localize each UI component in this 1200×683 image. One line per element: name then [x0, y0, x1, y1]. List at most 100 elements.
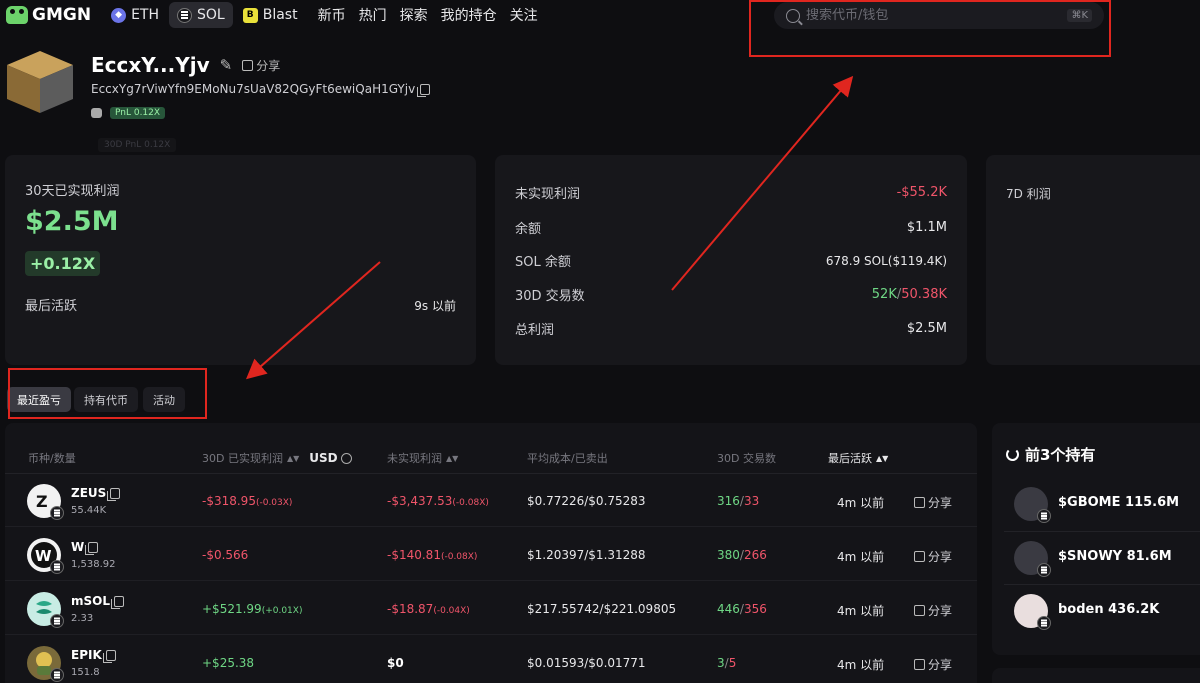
stat-tx-value: 52K/50.38K: [871, 287, 947, 302]
holding-item[interactable]: boden 436.2K: [1004, 584, 1200, 634]
sells: 266: [743, 548, 767, 562]
trades-cell: 380/266: [717, 548, 767, 562]
trades-cell: 446/356: [717, 602, 767, 616]
copy-icon[interactable]: [107, 487, 121, 501]
last-active-value: 9s 以前: [414, 299, 456, 313]
stat-total-profit: 总利润 $2.5M: [515, 319, 947, 338]
realized-value: -$318.95: [202, 494, 256, 508]
svg-text:Z: Z: [36, 492, 48, 511]
row-share-button[interactable]: 分享: [914, 494, 952, 511]
share-icon: [914, 659, 925, 670]
time-cell: 4m 以前: [837, 496, 885, 510]
copy-icon[interactable]: [102, 649, 116, 663]
stat-tx-count: 30D 交易数 52K/50.38K: [515, 285, 947, 304]
unrealized-value: -$18.87: [387, 602, 434, 616]
token-qty: 1,538.92: [71, 559, 116, 570]
chain-sol[interactable]: SOL: [169, 2, 233, 28]
svg-text:W: W: [35, 547, 52, 565]
holding-avatar: [1014, 487, 1051, 523]
solana-icon: [50, 506, 64, 520]
nav-new-tokens[interactable]: 新币: [318, 5, 346, 25]
token-w-icon: W: [27, 538, 64, 574]
chain-eth[interactable]: ◆ ETH: [103, 2, 167, 28]
trades-cell: 316/33: [717, 494, 760, 508]
nav-following[interactable]: 关注: [510, 5, 538, 25]
next-card: [992, 668, 1200, 683]
solana-icon: [50, 668, 64, 682]
token-name-text: EPIK: [71, 648, 102, 662]
table-row[interactable]: mSOL 2.33 +$521.99(+0.01X) -$18.87(-0.04…: [5, 582, 977, 635]
wallet-stats-card: 未实现利润 -$55.2K 余额 $1.1M SOL 余额 678.9 SOL(…: [495, 155, 967, 365]
share-label: 分享: [928, 604, 953, 618]
row-share-button[interactable]: 分享: [914, 656, 952, 673]
avg-cost-cell: $0.01593/$0.01771: [527, 656, 646, 670]
top-holdings-card: 前3个持有 $GBOME 115.6M $SNOWY 81.6M boden 4…: [992, 423, 1200, 655]
nav-explore[interactable]: 探索: [400, 5, 428, 25]
th-unrealized[interactable]: 未实现利润 ▲▼: [387, 450, 458, 466]
copy-icon[interactable]: [85, 541, 99, 555]
profit-7d-label: 7D 利润: [1006, 187, 1051, 201]
avg-cost-cell: $217.55742/$221.09805: [527, 602, 677, 616]
holding-text: $SNOWY 81.6M: [1058, 549, 1172, 564]
share-button[interactable]: 分享: [242, 57, 280, 74]
profile-tags: PnL 0.12X: [91, 107, 166, 119]
swap-icon: [340, 452, 352, 464]
token-name-text: W: [71, 540, 85, 554]
th-realized-label: 30D 已实现利润: [202, 452, 283, 465]
th-token: 币种/数量: [28, 452, 76, 465]
holding-item[interactable]: $SNOWY 81.6M: [1004, 531, 1200, 581]
realized-value: -$0.566: [202, 548, 249, 562]
stat-sol-balance-value: 678.9 SOL($119.4K): [825, 253, 947, 268]
token-epik-icon: [27, 646, 64, 682]
share-icon: [914, 551, 925, 562]
table-row[interactable]: EPIK 151.8 +$25.38 $0 $0.01593/$0.01771 …: [5, 636, 977, 683]
pie-chart-icon: [1006, 448, 1019, 461]
share-icon: [914, 605, 925, 616]
copy-icon[interactable]: [417, 83, 431, 97]
wallet-name: EccxY...Yjv: [91, 53, 210, 77]
sells: 5: [728, 656, 737, 670]
frog-logo-icon: [6, 6, 28, 24]
chain-eth-label: ETH: [131, 7, 159, 23]
sells: 33: [743, 494, 760, 508]
token-qty: 151.8: [71, 667, 100, 678]
currency-toggle[interactable]: USD: [309, 451, 352, 465]
stat-total-profit-label: 总利润: [515, 323, 555, 338]
th-last-active[interactable]: 最后活跃 ▲▼: [828, 450, 888, 466]
solana-icon: [1037, 509, 1051, 523]
unrealized-mult: (-0.08X): [452, 498, 489, 508]
token-name: ZEUS: [71, 486, 121, 501]
th-trades: 30D 交易数: [717, 452, 776, 465]
logo-text: GMGN: [32, 5, 92, 25]
edit-icon[interactable]: ✎: [220, 56, 233, 74]
realized-value: +$521.99: [202, 602, 262, 616]
solana-icon: [177, 7, 192, 23]
last-active-label: 最后活跃: [25, 299, 78, 314]
chain-blast[interactable]: B Blast: [235, 2, 306, 28]
sells: 356: [743, 602, 767, 616]
time-cell: 4m 以前: [837, 604, 885, 618]
top-holdings-title-text: 前3个持有: [1025, 446, 1096, 464]
holding-item[interactable]: $GBOME 115.6M: [1004, 478, 1200, 528]
table-row[interactable]: Z ZEUS 55.44K -$318.95(-0.03X) -$3,437.5…: [5, 474, 977, 527]
share-label: 分享: [928, 496, 953, 510]
avg-cost-cell: $1.20397/$1.31288: [527, 548, 646, 562]
table-row[interactable]: W W 1,538.92 -$0.566 -$140.81(-0.08X) $1…: [5, 528, 977, 581]
row-share-button[interactable]: 分享: [914, 602, 952, 619]
trades-cell: 3/5: [717, 656, 737, 670]
stat-unrealized-label: 未实现利润: [515, 187, 581, 202]
nav-trending[interactable]: 热门: [359, 5, 387, 25]
chain-blast-label: Blast: [262, 7, 298, 23]
nav-my-holdings[interactable]: 我的持仓: [441, 5, 497, 25]
token-name: EPIK: [71, 648, 116, 663]
realized-profit-value: $2.5M: [25, 206, 119, 237]
logo[interactable]: GMGN: [6, 5, 91, 25]
ethereum-icon: ◆: [111, 7, 127, 23]
copy-icon[interactable]: [111, 595, 124, 609]
th-realized[interactable]: 30D 已实现利润 ▲▼ USD: [202, 450, 352, 466]
row-share-button[interactable]: 分享: [914, 548, 952, 565]
buys: 3: [717, 656, 725, 670]
annotation-box-tabs: [8, 368, 207, 419]
unrealized-value: $0: [387, 656, 404, 670]
unrealized-cell: -$140.81(-0.08X): [387, 548, 477, 562]
